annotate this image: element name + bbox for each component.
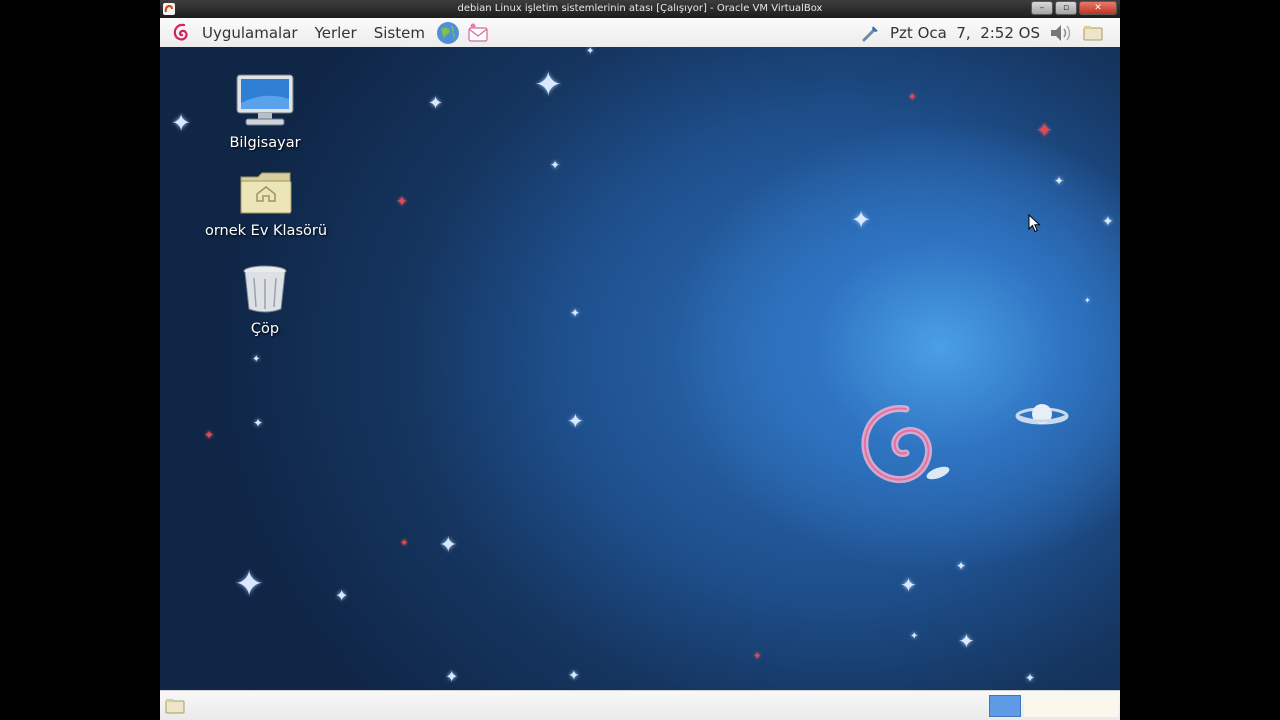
web-browser-icon[interactable]	[435, 20, 461, 46]
desktop-icon-trash[interactable]: Çöp	[195, 263, 335, 337]
star-decoration: ✦	[1036, 118, 1053, 142]
workspace-1[interactable]	[989, 695, 1021, 717]
show-desktop-icon[interactable]	[164, 695, 186, 717]
star-decoration: ✦	[534, 65, 563, 105]
star-decoration: ✦	[570, 306, 581, 320]
menu-applications[interactable]: Uygulamalar	[202, 24, 298, 42]
star-decoration: ✦	[439, 533, 458, 558]
star-decoration: ✦	[445, 667, 459, 686]
star-decoration: ✦	[550, 158, 561, 172]
star-decoration: ✦	[900, 573, 917, 597]
virtualbox-window: debian Linux işletim sistemlerinin atası…	[160, 0, 1120, 720]
planet-graphic	[1015, 404, 1069, 425]
network-tool-icon[interactable]	[860, 22, 882, 44]
window-titlebar[interactable]: debian Linux işletim sistemlerinin atası…	[160, 0, 1120, 18]
star-decoration: ✦	[204, 428, 215, 442]
star-decoration: ✦	[956, 559, 967, 573]
computer-icon	[236, 74, 294, 126]
desktop-icon-label: Bilgisayar	[229, 135, 301, 151]
star-decoration: ✦	[908, 92, 917, 103]
trash-icon	[243, 265, 287, 313]
star-decoration: ✦	[958, 629, 975, 653]
minimize-icon[interactable]: –	[1031, 1, 1053, 15]
clock[interactable]: Pzt Oca 7, 2:52 OS	[890, 24, 1040, 42]
desktop-icon-label: Çöp	[250, 321, 280, 337]
star-decoration: ✦	[753, 651, 762, 662]
star-decoration: ✦	[1054, 174, 1065, 188]
bottom-panel	[160, 690, 1120, 720]
star-decoration: ✦	[586, 46, 595, 57]
desktop-background[interactable]: ✦ ✦ ✦ ✦ ✦ ✦ ✦ ✦ ✦ ✦ ✦ ✦ ✦ ✦ ✦ ✦ ✦ ✦ ✦ ✦ …	[160, 47, 1120, 690]
star-decoration: ✦	[567, 409, 584, 433]
volume-icon[interactable]	[1048, 22, 1074, 44]
star-decoration: ✦	[400, 538, 409, 549]
desktop-icon-computer[interactable]: Bilgisayar	[195, 73, 335, 151]
star-decoration: ✦	[1025, 671, 1036, 685]
star-decoration: ✦	[910, 631, 919, 642]
debian-logo-icon[interactable]	[170, 21, 194, 45]
workspace-2[interactable]	[1024, 695, 1118, 717]
star-decoration: ✦	[253, 416, 264, 430]
mail-icon[interactable]	[465, 20, 491, 46]
star-decoration: ✦	[568, 668, 580, 684]
virtualbox-icon	[163, 3, 175, 15]
star-decoration: ✦	[851, 206, 872, 234]
star-decoration: ✦	[252, 354, 261, 365]
desktop-icon-home-folder[interactable]: ornek Ev Klasörü	[196, 169, 336, 239]
star-decoration: ✦	[234, 564, 265, 605]
menu-system[interactable]: Sistem	[374, 24, 425, 42]
mouse-cursor-icon	[1028, 214, 1041, 233]
notification-icon[interactable]	[1082, 22, 1104, 44]
star-decoration: ✦	[1084, 296, 1091, 305]
home-folder-icon	[240, 172, 292, 214]
star-decoration: ✦	[428, 93, 444, 114]
restore-icon[interactable]: ▫	[1055, 1, 1077, 15]
star-decoration: ✦	[1102, 214, 1114, 230]
close-icon[interactable]: ✕	[1079, 1, 1117, 15]
menu-places[interactable]: Yerler	[315, 24, 357, 42]
window-title: debian Linux işletim sistemlerinin atası…	[457, 3, 823, 14]
star-decoration: ✦	[396, 194, 408, 210]
top-panel: Uygulamalar Yerler Sistem Pzt Oca 7, 2:5…	[160, 18, 1120, 48]
desktop-icon-label: ornek Ev Klasörü	[204, 223, 328, 239]
debian-swirl-graphic	[861, 405, 950, 483]
star-decoration: ✦	[335, 586, 349, 605]
star-decoration: ✦	[171, 109, 192, 137]
